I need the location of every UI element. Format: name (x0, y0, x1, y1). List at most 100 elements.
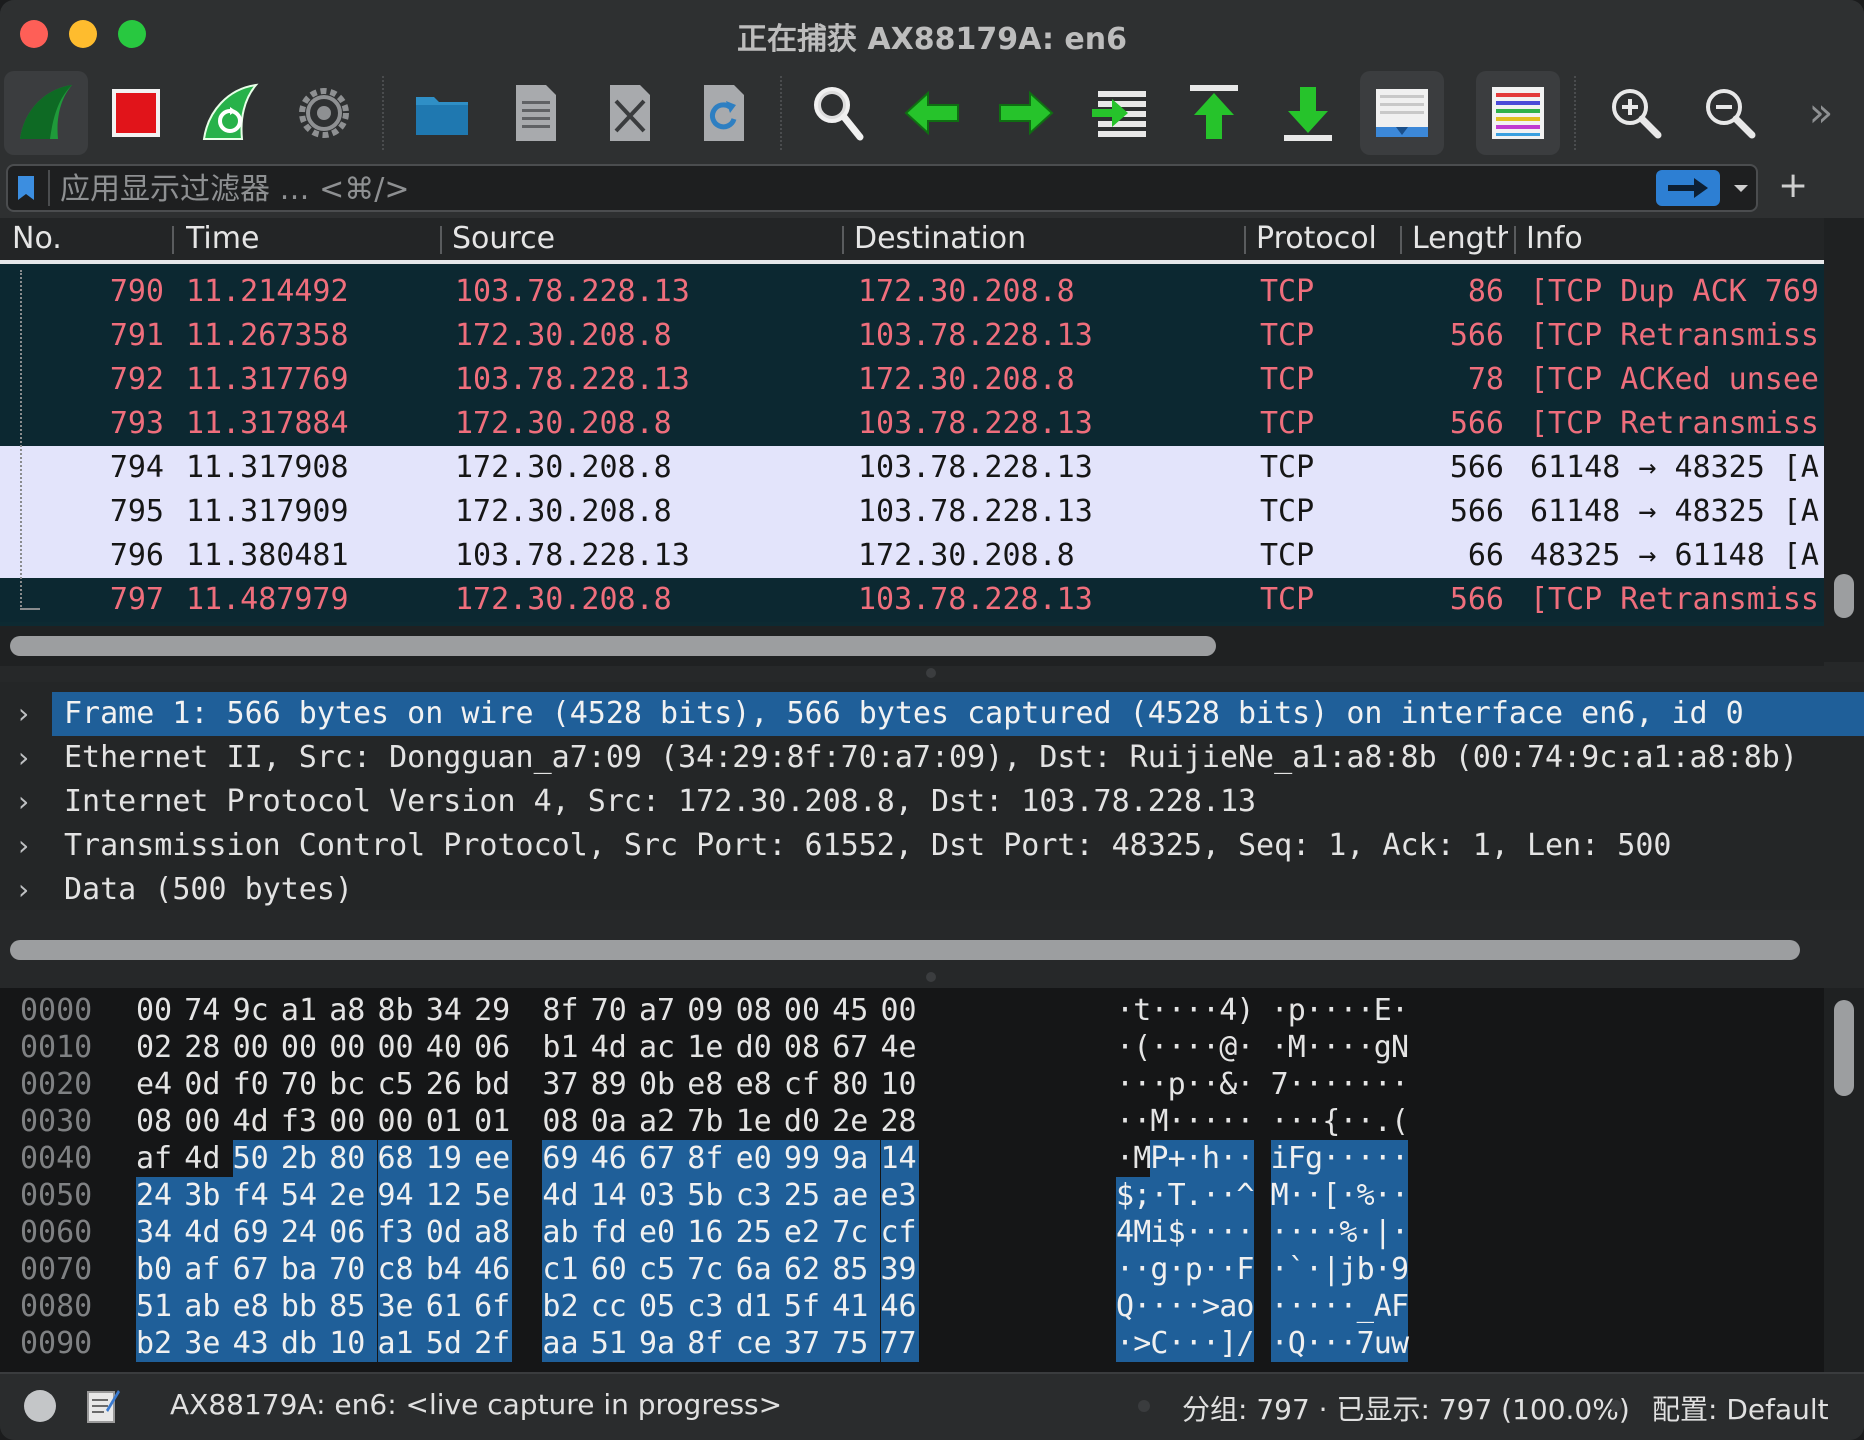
detail-tree-item[interactable]: › Frame 1: 566 bytes on wire (4528 bits),… (0, 692, 1864, 736)
hex-byte[interactable]: 4d (542, 1177, 591, 1214)
hex-byte[interactable]: 50 (232, 1140, 281, 1177)
hex-byte[interactable]: 34 (136, 1214, 185, 1251)
ascii-char[interactable]: · (1305, 1251, 1323, 1288)
ascii-char[interactable]: · (1322, 1140, 1340, 1177)
ascii-char[interactable]: · (1374, 1066, 1392, 1103)
splitter-handle[interactable] (926, 668, 936, 678)
hex-byte[interactable]: ce (735, 1325, 784, 1362)
ascii-char[interactable]: a (1219, 1288, 1237, 1325)
display-filter-input[interactable] (58, 168, 1542, 210)
ascii-char[interactable]: · (1116, 1103, 1134, 1140)
ascii-char[interactable]: p (1168, 1066, 1186, 1103)
auto-scroll-button[interactable] (1360, 71, 1444, 155)
toolbar-overflow-button[interactable]: » (1786, 71, 1856, 155)
ascii-char[interactable]: · (1339, 1140, 1357, 1177)
hex-byte[interactable]: e8 (687, 1066, 725, 1103)
hex-byte[interactable]: 37 (542, 1066, 580, 1103)
ascii-char[interactable]: · (1236, 1103, 1254, 1140)
hex-byte[interactable]: 1e (736, 1103, 774, 1140)
hex-byte[interactable]: 00 (281, 1029, 319, 1066)
hex-byte[interactable]: 40 (426, 1029, 464, 1066)
hex-byte[interactable]: ee (474, 1140, 513, 1177)
ascii-char[interactable]: / (1236, 1325, 1254, 1362)
ascii-char[interactable]: · (1202, 1103, 1220, 1140)
hex-byte[interactable]: af (184, 1251, 233, 1288)
hex-byte[interactable]: 2e (329, 1177, 378, 1214)
hex-byte[interactable]: 00 (329, 1029, 367, 1066)
ascii-char[interactable]: · (1184, 1140, 1203, 1177)
hex-byte[interactable]: af (136, 1140, 174, 1177)
ascii-char[interactable]: + (1167, 1140, 1186, 1177)
hex-byte[interactable]: 09 (687, 992, 725, 1029)
hex-byte[interactable]: 00 (881, 992, 919, 1029)
ascii-char[interactable]: . (1374, 1103, 1392, 1140)
hex-byte[interactable]: e8 (232, 1288, 281, 1325)
ascii-char[interactable]: | (1322, 1251, 1340, 1288)
ascii-char[interactable]: · (1116, 1066, 1134, 1103)
ascii-char[interactable]: 9 (1391, 1251, 1409, 1288)
column-separator[interactable] (842, 226, 844, 254)
ascii-char[interactable]: Q (1287, 1325, 1306, 1362)
hex-byte[interactable]: 00 (378, 1103, 416, 1140)
capture-comment-icon[interactable] (86, 1386, 120, 1424)
hex-byte[interactable]: c3 (687, 1288, 736, 1325)
hex-byte[interactable]: 01 (474, 1103, 512, 1140)
hex-byte[interactable]: 7b (687, 1103, 725, 1140)
chevron-right-icon[interactable]: › (18, 824, 42, 868)
ascii-char[interactable]: · (1287, 1288, 1306, 1325)
hex-byte[interactable]: 05 (639, 1288, 688, 1325)
ascii-char[interactable]: ^ (1236, 1177, 1254, 1214)
ascii-char[interactable]: F (1236, 1251, 1254, 1288)
hex-byte[interactable]: 25 (783, 1177, 833, 1214)
hex-byte[interactable]: c5 (378, 1066, 416, 1103)
chevron-right-icon[interactable]: › (18, 868, 42, 912)
ascii-char[interactable]: M (1133, 1214, 1151, 1251)
ascii-char[interactable]: · (1270, 1325, 1289, 1362)
hex-byte[interactable]: 5b (687, 1177, 736, 1214)
ascii-char[interactable]: N (1391, 1029, 1409, 1066)
column-separator[interactable] (1400, 226, 1402, 254)
hex-byte[interactable]: 00 (233, 1029, 271, 1066)
hex-byte[interactable]: 9a (832, 1140, 881, 1177)
ascii-char[interactable]: · (1185, 1029, 1203, 1066)
ascii-char[interactable]: · (1322, 1029, 1340, 1066)
ascii-char[interactable]: · (1373, 1251, 1392, 1288)
hex-byte[interactable]: 26 (426, 1066, 464, 1103)
ascii-char[interactable]: · (1133, 1288, 1151, 1325)
ascii-char[interactable]: 4 (1219, 992, 1237, 1029)
ascii-char[interactable]: · (1168, 1103, 1186, 1140)
ascii-char[interactable]: T (1167, 1177, 1186, 1214)
packet-row[interactable]: 790 11.214492 103.78.228.13 172.30.208.8 TCP… (0, 270, 1824, 314)
ascii-char[interactable]: · (1150, 1177, 1168, 1214)
ascii-char[interactable]: · (1287, 1177, 1306, 1214)
hex-byte[interactable]: 00 (184, 1103, 222, 1140)
ascii-char[interactable]: 7 (1356, 1325, 1375, 1362)
ascii-char[interactable]: g (1305, 1140, 1323, 1177)
hex-byte[interactable]: e0 (639, 1214, 688, 1251)
ascii-char[interactable]: · (1391, 1177, 1409, 1214)
column-header-no[interactable]: No. (12, 218, 172, 260)
ascii-char[interactable]: · (1339, 1029, 1357, 1066)
ascii-char[interactable]: F (1391, 1288, 1409, 1325)
packet-row[interactable]: 793 11.317884 172.30.208.8 103.78.228.13 TCP… (0, 402, 1824, 446)
hex-byte[interactable]: a2 (639, 1103, 677, 1140)
column-header-time[interactable]: Time (186, 218, 436, 260)
ascii-char[interactable]: · (1236, 1066, 1254, 1103)
packet-row[interactable]: 792 11.317769 103.78.228.13 172.30.208.8 TCP… (0, 358, 1824, 402)
scroll-thumb[interactable] (10, 940, 1800, 960)
hex-byte[interactable]: 37 (783, 1325, 833, 1362)
bytes-vertical-scrollbar[interactable] (1824, 988, 1864, 1372)
ascii-char[interactable]: · (1322, 992, 1340, 1029)
hex-byte[interactable]: 14 (880, 1140, 919, 1177)
hex-byte[interactable]: 2b (280, 1140, 330, 1177)
hex-byte[interactable]: 99 (783, 1140, 833, 1177)
chevron-right-icon[interactable]: › (18, 736, 42, 780)
ascii-char[interactable]: · (1219, 1177, 1237, 1214)
chevron-right-icon[interactable]: › (18, 780, 42, 824)
ascii-char[interactable]: u (1373, 1325, 1392, 1362)
hex-byte[interactable]: 12 (425, 1177, 475, 1214)
hex-byte[interactable]: 6f (474, 1288, 513, 1325)
go-back-button[interactable] (890, 71, 974, 155)
hex-byte[interactable]: 69 (232, 1214, 281, 1251)
hex-byte[interactable]: 5d (425, 1325, 475, 1362)
